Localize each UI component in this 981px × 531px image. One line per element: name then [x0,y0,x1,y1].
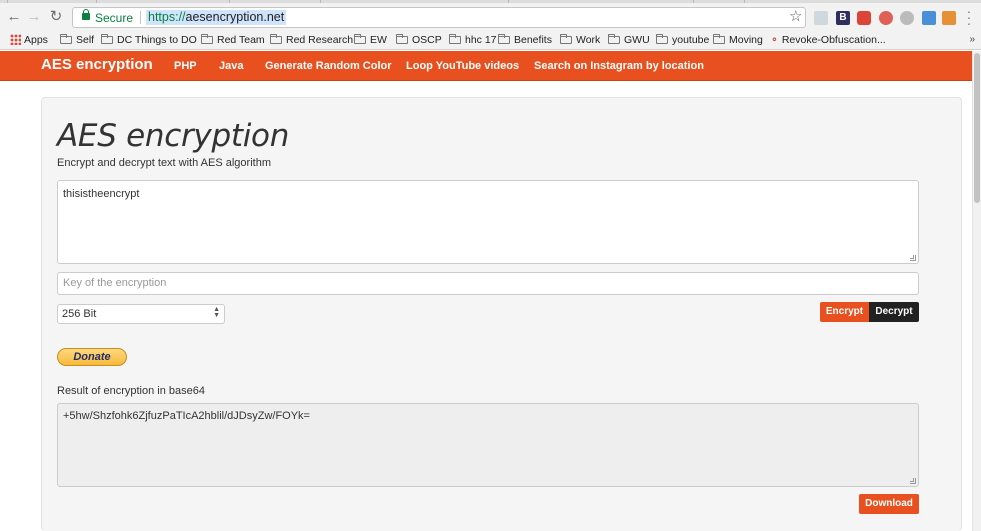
nav-link-php[interactable]: PHP [174,60,197,72]
folder-icon [608,34,620,44]
back-arrow-icon[interactable]: ← [6,8,22,26]
bookmark-folder[interactable]: youtube [656,33,709,47]
folder-icon [713,34,725,44]
download-button[interactable]: Download [859,494,919,514]
key-size-select[interactable]: 256 Bit ▲ ▼ [57,304,225,324]
folder-icon [656,34,668,44]
bookmark-star-icon[interactable]: ☆ [789,7,802,25]
resize-handle-icon[interactable] [910,478,916,484]
donate-button[interactable]: Donate [57,348,127,366]
folder-icon [201,34,213,44]
folder-icon [354,34,366,44]
translate-extension-icon[interactable] [814,11,828,25]
omnibox[interactable]: Secure https://aesencryption.net [72,7,806,28]
folder-icon [560,34,572,44]
folder-icon [270,34,282,44]
decrypt-button[interactable]: Decrypt [869,302,919,322]
bookmark-link[interactable]: ⚬ Revoke-Obfuscation... [770,33,886,47]
select-arrows-icon: ▲ ▼ [213,306,220,319]
g-extension-icon[interactable] [857,11,871,25]
resize-handle-icon[interactable] [910,255,916,261]
nav-link-java[interactable]: Java [219,60,243,72]
bookmark-folder[interactable]: Moving [713,33,763,47]
result-label: Result of encryption in base64 [57,385,205,397]
site-navbar: AES encryption PHP Java Generate Random … [0,51,972,81]
site-brand[interactable]: AES encryption [41,56,153,73]
orange-extension-icon[interactable] [942,11,956,25]
bookmark-apps[interactable]: Apps [10,33,48,47]
revoke-link-icon: ⚬ [770,34,779,46]
bookmark-folder[interactable]: OSCP [396,33,442,47]
result-value: +5hw/Shzfohk6ZjfuzPaTIcA2hblil/dJDsyZw/F… [63,410,310,422]
menu-dots-icon[interactable]: · · · [964,4,974,30]
bookmark-folder[interactable]: Red Team [201,33,265,47]
nav-link-youtube-loop[interactable]: Loop YouTube videos [406,60,519,72]
address-bar-row: ← → ↻ Secure https://aesencryption.net ☆… [0,3,981,31]
url-scheme: https:// [148,10,186,24]
page-subtitle: Encrypt and decrypt text with AES algori… [57,157,271,169]
apps-grid-icon [10,34,21,45]
folder-icon [396,34,408,44]
secure-label: Secure [95,11,134,25]
bookmark-folder[interactable]: EW [354,33,387,47]
plaintext-value: thisistheencrypt [63,188,140,200]
key-size-value: 256 Bit [62,308,97,320]
lock-icon [82,9,90,20]
bookmark-folder[interactable]: Benefits [498,33,552,47]
url-text[interactable]: https://aesencryption.net [146,10,287,25]
forward-arrow-icon[interactable]: → [26,8,42,26]
blue-extension-icon[interactable] [922,11,936,25]
url-host: aesencryption.net [185,10,285,24]
scrollbar-thumb[interactable] [974,53,980,203]
bookmark-folder[interactable]: DC Things to DO [101,33,197,47]
page-title: AES encryption [57,118,290,154]
bookmark-folder[interactable]: Self [60,33,94,47]
bookmark-folder[interactable]: GWU [608,33,650,47]
reload-icon[interactable]: ↻ [48,8,64,26]
bookmarks-overflow-icon[interactable]: » [969,34,975,45]
folder-icon [449,34,461,44]
grey-extension-icon[interactable] [900,11,914,25]
b-extension-icon[interactable]: B [836,11,850,25]
folder-icon [498,34,510,44]
bookmarks-bar: Apps Self DC Things to DO Red Team Red R… [0,31,981,50]
nav-link-random-color[interactable]: Generate Random Color [265,60,392,72]
result-output[interactable]: +5hw/Shzfohk6ZjfuzPaTIcA2hblil/dJDsyZw/F… [57,403,919,487]
bookmark-folder[interactable]: Red Research [270,33,353,47]
encrypt-button[interactable]: Encrypt [820,302,869,322]
folder-icon [60,34,72,44]
folder-icon [101,34,113,44]
bookmark-folder[interactable]: Work [560,33,600,47]
plaintext-input[interactable]: thisistheencrypt [57,180,919,264]
nav-link-instagram-location[interactable]: Search on Instagram by location [534,60,704,72]
browser-window: ← → ↻ Secure https://aesencryption.net ☆… [0,0,981,531]
key-placeholder: Key of the encryption [63,277,167,289]
red-extension-icon[interactable] [879,11,893,25]
omnibox-separator [140,11,141,24]
bookmark-folder[interactable]: hhc 17 [449,33,497,47]
key-input[interactable]: Key of the encryption [57,272,919,295]
